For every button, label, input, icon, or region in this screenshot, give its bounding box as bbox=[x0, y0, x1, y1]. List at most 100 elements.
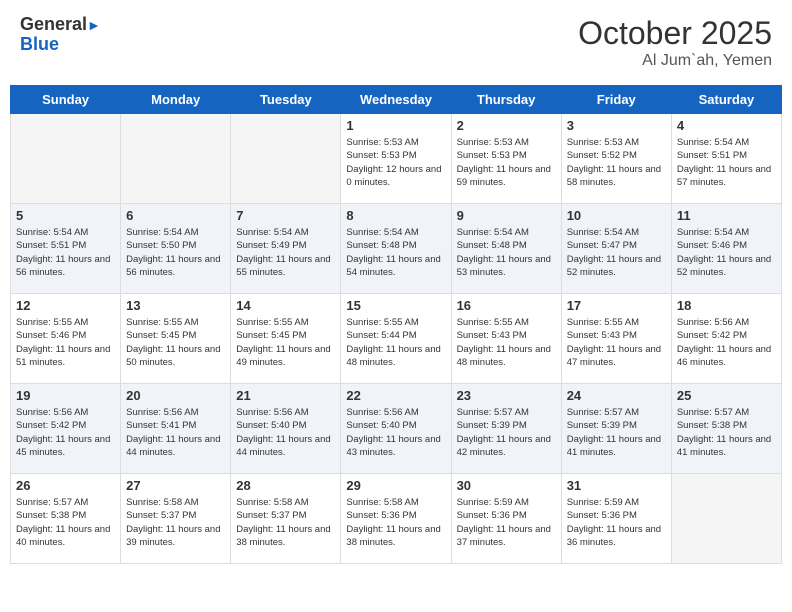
day-number: 29 bbox=[346, 478, 445, 493]
logo: General► Blue bbox=[20, 15, 101, 55]
day-number: 26 bbox=[16, 478, 115, 493]
day-detail: Sunrise: 5:56 AMSunset: 5:41 PMDaylight:… bbox=[126, 406, 225, 459]
calendar-cell: 12 Sunrise: 5:55 AMSunset: 5:46 PMDayligh… bbox=[11, 294, 121, 384]
day-number: 7 bbox=[236, 208, 335, 223]
day-number: 11 bbox=[677, 208, 776, 223]
calendar-cell: 25Sunrise: 5:57 AMSunset: 5:38 PMDayligh… bbox=[671, 384, 781, 474]
day-detail: Sunrise: 5:58 AMSunset: 5:37 PMDaylight:… bbox=[236, 496, 335, 549]
calendar-cell: 31 Sunrise: 5:59 AMSunset: 5:36 PMDayligh… bbox=[561, 474, 671, 564]
calendar-cell: 16 Sunrise: 5:55 AMSunset: 5:43 PMDayligh… bbox=[451, 294, 561, 384]
weekday-header-monday: Monday bbox=[121, 86, 231, 114]
day-number: 18 bbox=[677, 298, 776, 313]
day-detail: Sunrise: 5:57 AMSunset: 5:39 PMDaylight:… bbox=[567, 406, 666, 459]
day-number: 13 bbox=[126, 298, 225, 313]
day-number: 2 bbox=[457, 118, 556, 133]
calendar-cell: 14Sunrise: 5:55 AMSunset: 5:45 PMDayligh… bbox=[231, 294, 341, 384]
location: Al Jum`ah, Yemen bbox=[578, 52, 772, 70]
weekday-header-row: SundayMondayTuesdayWednesdayThursdayFrid… bbox=[11, 86, 782, 114]
day-number: 12 bbox=[16, 298, 115, 313]
weekday-header-tuesday: Tuesday bbox=[231, 86, 341, 114]
calendar-cell: 27Sunrise: 5:58 AMSunset: 5:37 PMDayligh… bbox=[121, 474, 231, 564]
day-number: 1 bbox=[346, 118, 445, 133]
day-detail: Sunrise: 5:57 AMSunset: 5:38 PMDaylight:… bbox=[16, 496, 115, 549]
day-number: 16 bbox=[457, 298, 556, 313]
calendar-cell: 7 Sunrise: 5:54 AMSunset: 5:49 PMDaylight… bbox=[231, 204, 341, 294]
day-number: 6 bbox=[126, 208, 225, 223]
day-detail: Sunrise: 5:59 AMSunset: 5:36 PMDaylight:… bbox=[567, 496, 666, 549]
day-number: 21 bbox=[236, 388, 335, 403]
day-number: 30 bbox=[457, 478, 556, 493]
calendar-cell bbox=[671, 474, 781, 564]
day-number: 9 bbox=[457, 208, 556, 223]
day-detail: Sunrise: 5:54 AMSunset: 5:50 PMDaylight:… bbox=[126, 226, 225, 279]
day-detail: Sunrise: 5:56 AMSunset: 5:40 PMDaylight:… bbox=[346, 406, 445, 459]
calendar-cell: 10Sunrise: 5:54 AMSunset: 5:47 PMDayligh… bbox=[561, 204, 671, 294]
day-detail: Sunrise: 5:59 AMSunset: 5:36 PMDaylight:… bbox=[457, 496, 556, 549]
calendar-cell bbox=[121, 114, 231, 204]
week-row-5: 26 Sunrise: 5:57 AMSunset: 5:38 PMDayligh… bbox=[11, 474, 782, 564]
weekday-header-saturday: Saturday bbox=[671, 86, 781, 114]
weekday-header-sunday: Sunday bbox=[11, 86, 121, 114]
calendar-table: SundayMondayTuesdayWednesdayThursdayFrid… bbox=[10, 85, 782, 564]
day-detail: Sunrise: 5:55 AMSunset: 5:46 PMDaylight:… bbox=[16, 316, 115, 369]
day-number: 22 bbox=[346, 388, 445, 403]
day-number: 5 bbox=[16, 208, 115, 223]
day-number: 17 bbox=[567, 298, 666, 313]
day-number: 4 bbox=[677, 118, 776, 133]
day-detail: Sunrise: 5:53 AMSunset: 5:52 PMDaylight:… bbox=[567, 136, 666, 189]
day-number: 31 bbox=[567, 478, 666, 493]
day-detail: Sunrise: 5:56 AMSunset: 5:40 PMDaylight:… bbox=[236, 406, 335, 459]
day-number: 23 bbox=[457, 388, 556, 403]
page-header: General► Blue October 2025 Al Jum`ah, Ye… bbox=[10, 10, 782, 75]
calendar-cell: 9 Sunrise: 5:54 AMSunset: 5:48 PMDaylight… bbox=[451, 204, 561, 294]
week-row-3: 12 Sunrise: 5:55 AMSunset: 5:46 PMDayligh… bbox=[11, 294, 782, 384]
calendar-cell: 13Sunrise: 5:55 AMSunset: 5:45 PMDayligh… bbox=[121, 294, 231, 384]
calendar-cell: 26 Sunrise: 5:57 AMSunset: 5:38 PMDayligh… bbox=[11, 474, 121, 564]
week-row-2: 5 Sunrise: 5:54 AMSunset: 5:51 PMDaylight… bbox=[11, 204, 782, 294]
weekday-header-wednesday: Wednesday bbox=[341, 86, 451, 114]
calendar-cell: 23 Sunrise: 5:57 AMSunset: 5:39 PMDayligh… bbox=[451, 384, 561, 474]
calendar-cell: 20Sunrise: 5:56 AMSunset: 5:41 PMDayligh… bbox=[121, 384, 231, 474]
month-info: October 2025 Al Jum`ah, Yemen bbox=[578, 15, 772, 70]
calendar-cell: 1 Sunrise: 5:53 AMSunset: 5:53 PMDaylight… bbox=[341, 114, 451, 204]
day-detail: Sunrise: 5:54 AMSunset: 5:49 PMDaylight:… bbox=[236, 226, 335, 279]
day-detail: Sunrise: 5:56 AMSunset: 5:42 PMDaylight:… bbox=[16, 406, 115, 459]
logo-blue: Blue bbox=[20, 34, 59, 54]
calendar-cell: 18 Sunrise: 5:56 AMSunset: 5:42 PMDayligh… bbox=[671, 294, 781, 384]
weekday-header-friday: Friday bbox=[561, 86, 671, 114]
day-detail: Sunrise: 5:54 AMSunset: 5:47 PMDaylight:… bbox=[567, 226, 666, 279]
calendar-cell: 29 Sunrise: 5:58 AMSunset: 5:36 PMDayligh… bbox=[341, 474, 451, 564]
calendar-cell: 28 Sunrise: 5:58 AMSunset: 5:37 PMDayligh… bbox=[231, 474, 341, 564]
calendar-cell: 11 Sunrise: 5:54 AMSunset: 5:46 PMDayligh… bbox=[671, 204, 781, 294]
calendar-cell: 30 Sunrise: 5:59 AMSunset: 5:36 PMDayligh… bbox=[451, 474, 561, 564]
calendar-cell: 8 Sunrise: 5:54 AMSunset: 5:48 PMDaylight… bbox=[341, 204, 451, 294]
month-title: October 2025 bbox=[578, 15, 772, 52]
day-number: 8 bbox=[346, 208, 445, 223]
logo-general: General bbox=[20, 14, 87, 34]
calendar-cell: 5 Sunrise: 5:54 AMSunset: 5:51 PMDaylight… bbox=[11, 204, 121, 294]
day-number: 15 bbox=[346, 298, 445, 313]
day-detail: Sunrise: 5:58 AMSunset: 5:36 PMDaylight:… bbox=[346, 496, 445, 549]
day-detail: Sunrise: 5:56 AMSunset: 5:42 PMDaylight:… bbox=[677, 316, 776, 369]
calendar-cell: 21 Sunrise: 5:56 AMSunset: 5:40 PMDayligh… bbox=[231, 384, 341, 474]
calendar-cell: 17Sunrise: 5:55 AMSunset: 5:43 PMDayligh… bbox=[561, 294, 671, 384]
day-detail: Sunrise: 5:55 AMSunset: 5:45 PMDaylight:… bbox=[236, 316, 335, 369]
day-number: 27 bbox=[126, 478, 225, 493]
day-detail: Sunrise: 5:54 AMSunset: 5:48 PMDaylight:… bbox=[457, 226, 556, 279]
day-number: 3 bbox=[567, 118, 666, 133]
day-detail: Sunrise: 5:54 AMSunset: 5:46 PMDaylight:… bbox=[677, 226, 776, 279]
day-number: 24 bbox=[567, 388, 666, 403]
day-detail: Sunrise: 5:53 AMSunset: 5:53 PMDaylight:… bbox=[346, 136, 445, 189]
week-row-4: 19Sunrise: 5:56 AMSunset: 5:42 PMDayligh… bbox=[11, 384, 782, 474]
weekday-header-thursday: Thursday bbox=[451, 86, 561, 114]
day-detail: Sunrise: 5:53 AMSunset: 5:53 PMDaylight:… bbox=[457, 136, 556, 189]
logo-icon-triangle: ► bbox=[87, 17, 101, 33]
day-detail: Sunrise: 5:57 AMSunset: 5:39 PMDaylight:… bbox=[457, 406, 556, 459]
day-detail: Sunrise: 5:57 AMSunset: 5:38 PMDaylight:… bbox=[677, 406, 776, 459]
day-detail: Sunrise: 5:54 AMSunset: 5:51 PMDaylight:… bbox=[16, 226, 115, 279]
day-detail: Sunrise: 5:54 AMSunset: 5:51 PMDaylight:… bbox=[677, 136, 776, 189]
day-number: 28 bbox=[236, 478, 335, 493]
day-detail: Sunrise: 5:55 AMSunset: 5:43 PMDaylight:… bbox=[457, 316, 556, 369]
calendar-cell: 4 Sunrise: 5:54 AMSunset: 5:51 PMDaylight… bbox=[671, 114, 781, 204]
day-detail: Sunrise: 5:54 AMSunset: 5:48 PMDaylight:… bbox=[346, 226, 445, 279]
